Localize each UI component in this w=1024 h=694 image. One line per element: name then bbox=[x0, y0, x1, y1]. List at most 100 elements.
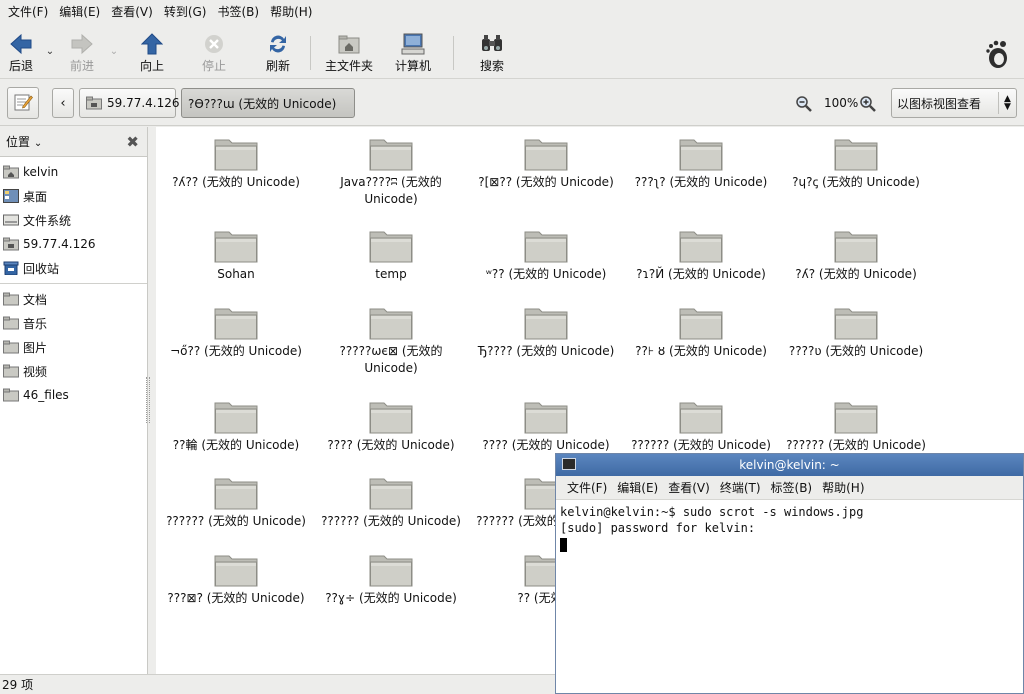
sidebar-item-desktop[interactable]: 桌面 bbox=[0, 184, 147, 208]
folder-name: ?ʎ?? (无效的 Unicode) bbox=[172, 175, 300, 189]
folder-name: ?????ωє⊠ (无效的 Unicode) bbox=[339, 344, 443, 375]
folder-item[interactable]: Java????ʭ (无效的 Unicode) bbox=[316, 135, 466, 208]
menu-file[interactable]: 文件(F) bbox=[4, 3, 52, 20]
folder-item[interactable]: ?????? (无效的 Unicode) bbox=[781, 398, 931, 454]
terminal-menu-edit[interactable]: 编辑(E) bbox=[612, 479, 663, 496]
path-scroll-left-button[interactable]: ‹ bbox=[52, 88, 74, 118]
sidebar-bookmark-documents[interactable]: 文档 bbox=[0, 287, 147, 311]
folder-item[interactable]: ?????ωє⊠ (无效的 Unicode) bbox=[316, 304, 466, 377]
network-folder-icon bbox=[3, 237, 19, 251]
folder-item[interactable]: ?[⊠?? (无效的 Unicode) bbox=[471, 135, 621, 191]
menu-help[interactable]: 帮助(H) bbox=[266, 3, 316, 20]
folder-item[interactable]: ??ɣ÷ (无效的 Unicode) bbox=[316, 551, 466, 607]
desktop-icon bbox=[3, 189, 19, 203]
folder-name: ?[⊠?? (无效的 Unicode) bbox=[478, 175, 614, 189]
sidebar-item-trash[interactable]: 回收站 bbox=[0, 256, 147, 280]
forward-history-dropdown[interactable]: ⌄ bbox=[106, 23, 122, 79]
folder-item[interactable]: ??輪 (无效的 Unicode) bbox=[161, 398, 311, 454]
side-pane: 位置 ⌄ ✖ kelvin 桌面 文件系统 59.77.4.126 回收站 文档 bbox=[0, 127, 148, 674]
folder-item[interactable]: ???? (无效的 Unicode) bbox=[316, 398, 466, 454]
stop-button[interactable]: 停止 bbox=[182, 23, 246, 79]
reload-button[interactable]: 刷新 bbox=[246, 23, 310, 79]
folder-item[interactable]: ?ɥ?ꞔ (无效的 Unicode) bbox=[781, 135, 931, 191]
location-bar: ‹ 59.77.4.126 ?ϴ???ɯ (无效的 Unicode) 100% … bbox=[0, 80, 1024, 126]
search-button[interactable]: 搜索 bbox=[454, 23, 530, 79]
terminal-menu-file[interactable]: 文件(F) bbox=[562, 479, 612, 496]
terminal-menu-tabs[interactable]: 标签(B) bbox=[766, 479, 818, 496]
computer-button[interactable]: 计算机 bbox=[387, 23, 439, 79]
folder-icon bbox=[3, 364, 19, 378]
folder-item[interactable]: ?ʎ?? (无效的 Unicode) bbox=[161, 135, 311, 191]
folder-name: ???⊠? (无效的 Unicode) bbox=[167, 591, 305, 605]
back-history-dropdown[interactable]: ⌄ bbox=[42, 23, 58, 79]
binoculars-icon bbox=[480, 32, 504, 56]
folder-item[interactable]: Ђ???? (无效的 Unicode) bbox=[471, 304, 621, 360]
terminal-menu-terminal[interactable]: 终端(T) bbox=[715, 479, 766, 496]
sidebar-bookmark-videos[interactable]: 视频 bbox=[0, 359, 147, 383]
terminal-menu-help[interactable]: 帮助(H) bbox=[817, 479, 869, 496]
zoom-level[interactable]: 100% bbox=[824, 96, 858, 110]
folder-name: ?ʎ? (无效的 Unicode) bbox=[795, 267, 917, 281]
sidebar-item-filesystem[interactable]: 文件系统 bbox=[0, 208, 147, 232]
menu-edit[interactable]: 编辑(E) bbox=[55, 3, 104, 20]
sidebar-bookmark-music[interactable]: 音乐 bbox=[0, 311, 147, 335]
terminal-window[interactable]: kelvin@kelvin: ~ 文件(F) 编辑(E) 查看(V) 终端(T)… bbox=[555, 453, 1024, 694]
pane-splitter[interactable] bbox=[146, 127, 156, 674]
sidebar-bookmark-46-files[interactable]: 46_files bbox=[0, 383, 147, 407]
folder-item[interactable]: ???? (无效的 Unicode) bbox=[471, 398, 621, 454]
folder-icon bbox=[214, 551, 258, 587]
terminal-menubar: 文件(F) 编辑(E) 查看(V) 终端(T) 标签(B) 帮助(H) bbox=[556, 476, 1023, 500]
terminal-output[interactable]: kelvin@kelvin:~$ sudo scrot -s windows.j… bbox=[556, 500, 1023, 556]
terminal-menu-view[interactable]: 查看(V) bbox=[663, 479, 715, 496]
up-button[interactable]: 向上 bbox=[122, 23, 182, 79]
menu-go[interactable]: 转到(G) bbox=[160, 3, 211, 20]
zoom-in-button[interactable] bbox=[859, 95, 877, 116]
home-button[interactable]: 主文件夹 bbox=[311, 23, 387, 79]
folder-item[interactable]: ?ʎ? (无效的 Unicode) bbox=[781, 227, 931, 283]
path-crumb-host[interactable]: 59.77.4.126 bbox=[79, 88, 180, 118]
folder-item[interactable]: ???ʅ? (无效的 Unicode) bbox=[626, 135, 776, 191]
menu-view[interactable]: 查看(V) bbox=[107, 3, 157, 20]
sidebar-item-home[interactable]: kelvin bbox=[0, 160, 147, 184]
folder-icon bbox=[369, 304, 413, 340]
terminal-cursor bbox=[560, 537, 567, 552]
close-side-pane-button[interactable]: ✖ bbox=[126, 133, 139, 151]
folder-icon bbox=[214, 474, 258, 510]
sidebar-item-network-share[interactable]: 59.77.4.126 bbox=[0, 232, 147, 256]
folder-icon bbox=[524, 398, 568, 434]
folder-item[interactable]: Sohan bbox=[161, 227, 311, 283]
folder-name: ??⊦ ȣ (无效的 Unicode) bbox=[635, 344, 767, 358]
sidebar-bookmark-pictures[interactable]: 图片 bbox=[0, 335, 147, 359]
folder-item[interactable]: ?????? (无效的 Unicode) bbox=[161, 474, 311, 530]
folder-name: ?ɥ?ꞔ (无效的 Unicode) bbox=[792, 175, 920, 189]
view-mode-select[interactable]: 以图标视图查看 ▲ ▼ bbox=[891, 88, 1017, 118]
folder-icon bbox=[369, 227, 413, 263]
menu-bookmarks[interactable]: 书签(B) bbox=[213, 3, 263, 20]
folder-item[interactable]: ¬ő?? (无效的 Unicode) bbox=[161, 304, 311, 360]
home-folder-icon bbox=[337, 32, 361, 56]
gnome-foot-icon bbox=[984, 39, 1010, 72]
toggle-location-entry-button[interactable] bbox=[7, 87, 39, 119]
folder-item[interactable]: ?????? (无效的 Unicode) bbox=[316, 474, 466, 530]
folder-name: ???? (无效的 Unicode) bbox=[482, 438, 610, 452]
back-arrow-icon bbox=[9, 32, 33, 56]
side-pane-selector[interactable]: 位置 ⌄ bbox=[6, 133, 42, 150]
forward-button[interactable]: 前进 bbox=[58, 23, 106, 79]
terminal-titlebar[interactable]: kelvin@kelvin: ~ bbox=[556, 454, 1023, 476]
folder-name: temp bbox=[375, 267, 407, 281]
folder-item[interactable]: ?????? (无效的 Unicode) bbox=[626, 398, 776, 454]
folder-name: ʷ?? (无效的 Unicode) bbox=[485, 267, 607, 281]
folder-item[interactable]: ???⊠? (无效的 Unicode) bbox=[161, 551, 311, 607]
folder-icon bbox=[369, 398, 413, 434]
folder-item[interactable]: temp bbox=[316, 227, 466, 283]
zoom-out-button[interactable] bbox=[795, 95, 813, 116]
folder-icon bbox=[679, 227, 723, 263]
folder-item[interactable]: ?ɿ?Й (无效的 Unicode) bbox=[626, 227, 776, 283]
folder-item[interactable]: ??⊦ ȣ (无效的 Unicode) bbox=[626, 304, 776, 360]
folder-name: Sohan bbox=[217, 267, 255, 281]
back-button[interactable]: 后退 bbox=[0, 23, 42, 79]
folder-item[interactable]: ʷ?? (无效的 Unicode) bbox=[471, 227, 621, 283]
folder-item[interactable]: ????ʋ (无效的 Unicode) bbox=[781, 304, 931, 360]
path-crumb-current[interactable]: ?ϴ???ɯ (无效的 Unicode) bbox=[181, 88, 355, 118]
folder-icon bbox=[214, 304, 258, 340]
